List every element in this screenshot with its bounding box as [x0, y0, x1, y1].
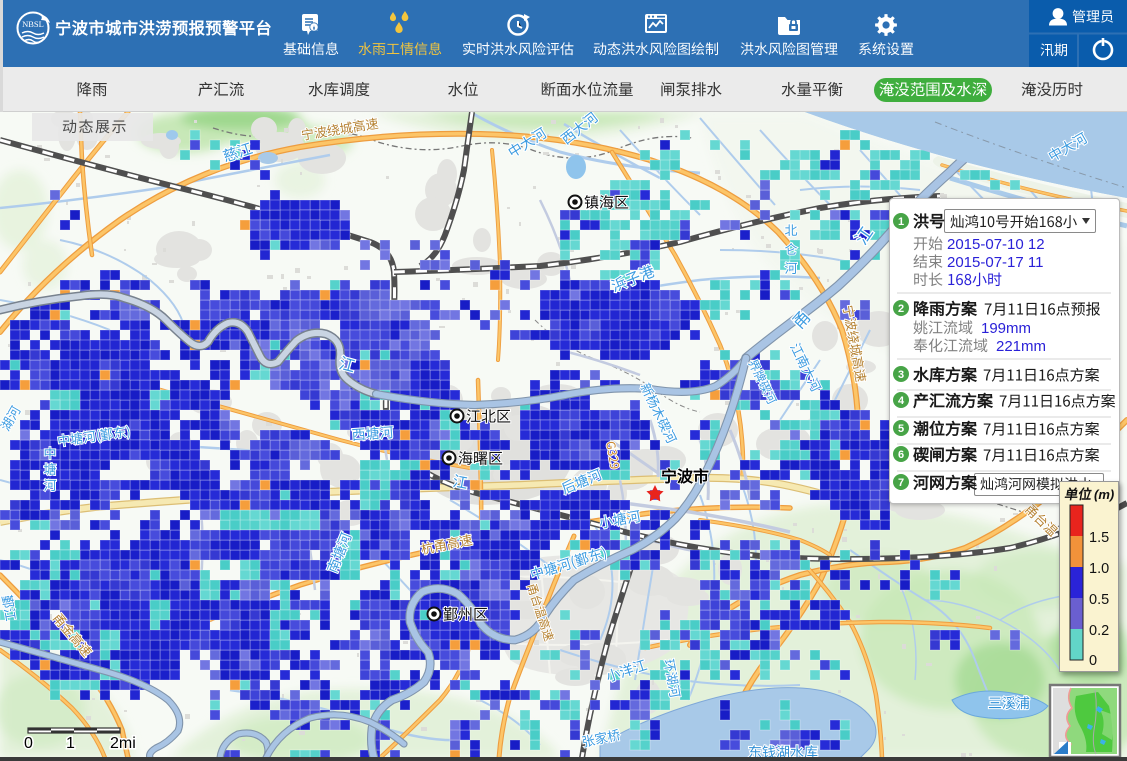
- svg-text:NBSL: NBSL: [22, 19, 44, 29]
